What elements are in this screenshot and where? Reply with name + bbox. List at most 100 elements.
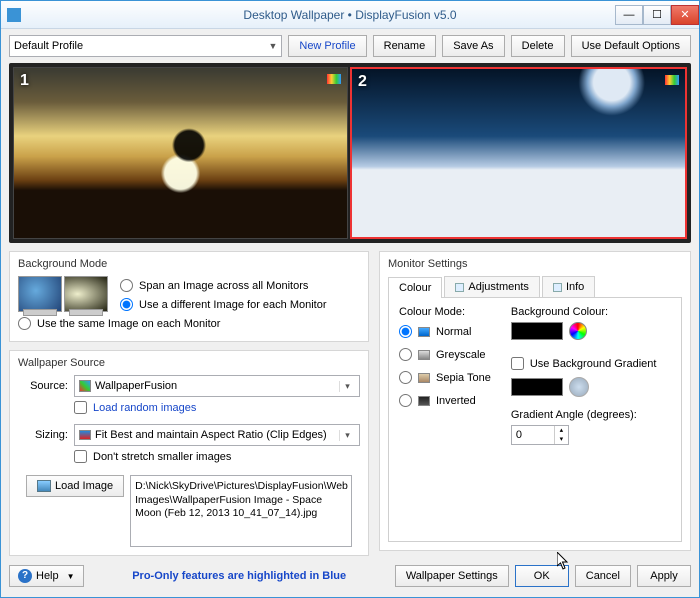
app-window: Desktop Wallpaper • DisplayFusion v5.0 —… (0, 0, 700, 598)
profile-toolbar: Default Profile ▼ New Profile Rename Sav… (1, 29, 699, 63)
mode-thumbnails (18, 276, 108, 312)
source-label: Source: (18, 380, 68, 392)
checkbox-label: Load random images (93, 402, 196, 414)
galaxy-icon (64, 276, 108, 312)
radio-same[interactable] (18, 317, 31, 330)
radio-label: Span an Image across all Monitors (139, 280, 308, 292)
load-random-checkbox[interactable] (74, 401, 87, 414)
chevron-down-icon: ▾ (339, 381, 355, 392)
button-label: Help (36, 570, 59, 582)
checkbox-label: Use Background Gradient (530, 358, 657, 370)
spinner-value: 0 (512, 429, 554, 441)
swatch-icon (418, 373, 430, 383)
group-legend: Background Mode (18, 258, 360, 270)
monitor-preview-1[interactable]: 1 (13, 67, 348, 239)
settings-tabs: Colour Adjustments Info (388, 276, 682, 298)
source-icon (79, 380, 91, 392)
tab-colour[interactable]: Colour (388, 277, 442, 298)
tab-body-colour: Colour Mode: Normal Greyscale Sepia Tone… (388, 298, 682, 542)
apply-button[interactable]: Apply (637, 565, 691, 587)
chevron-down-icon: ▼ (67, 572, 75, 581)
button-label: Load Image (55, 480, 113, 492)
radio-span[interactable] (120, 279, 133, 292)
radio-label: Normal (436, 326, 471, 338)
radio-greyscale[interactable] (399, 348, 412, 361)
group-legend: Monitor Settings (388, 258, 682, 270)
radio-label: Sepia Tone (436, 372, 491, 384)
sizing-label: Sizing: (18, 429, 68, 441)
spinner-buttons[interactable]: ▴▾ (554, 426, 568, 444)
gradient-colour-swatch[interactable] (511, 378, 563, 396)
rename-button[interactable]: Rename (373, 35, 437, 57)
tab-icon (455, 283, 464, 292)
tab-adjustments[interactable]: Adjustments (444, 276, 540, 297)
wallpaper-thumbnail (352, 69, 685, 237)
gradient-angle-spinner[interactable]: 0 ▴▾ (511, 425, 569, 445)
help-icon: ? (18, 569, 32, 583)
tab-icon (553, 283, 562, 292)
profile-select-value: Default Profile (14, 40, 83, 52)
chevron-down-icon: ▾ (339, 430, 355, 441)
chevron-down-icon: ▼ (268, 41, 277, 51)
radio-inverted[interactable] (399, 394, 412, 407)
swatch-icon (418, 350, 430, 360)
image-path-list[interactable]: D:\Nick\SkyDrive\Pictures\DisplayFusion\… (130, 475, 352, 547)
monitor-number: 2 (358, 73, 367, 91)
monitor-preview-area: 1 2 (9, 63, 691, 243)
new-profile-button[interactable]: New Profile (288, 35, 366, 57)
radio-sepia[interactable] (399, 371, 412, 384)
colour-icon (665, 75, 679, 85)
use-gradient-checkbox[interactable] (511, 357, 524, 370)
sizing-value: Fit Best and maintain Aspect Ratio (Clip… (95, 429, 327, 441)
group-legend: Wallpaper Source (18, 357, 360, 369)
checkbox-label: Don't stretch smaller images (93, 451, 231, 463)
gradient-angle-label: Gradient Angle (degrees): (511, 409, 657, 421)
promo-text: Pro-Only features are highlighted in Blu… (132, 570, 346, 582)
window-title: Desktop Wallpaper • DisplayFusion v5.0 (1, 8, 699, 22)
colour-icon (327, 74, 341, 84)
maximize-button[interactable]: ☐ (643, 5, 671, 25)
tab-info[interactable]: Info (542, 276, 595, 297)
help-button[interactable]: ? Help ▼ (9, 565, 84, 587)
colour-mode-label: Colour Mode: (399, 306, 491, 318)
cancel-button[interactable]: Cancel (575, 565, 631, 587)
titlebar[interactable]: Desktop Wallpaper • DisplayFusion v5.0 —… (1, 1, 699, 29)
wallpaper-source-group: Wallpaper Source Source: WallpaperFusion… (9, 350, 369, 556)
monitor-settings-group: Monitor Settings Colour Adjustments Info… (379, 251, 691, 551)
app-icon (7, 8, 21, 22)
monitor-preview-2[interactable]: 2 (350, 67, 687, 239)
monitor-number: 1 (20, 72, 29, 90)
radio-different[interactable] (120, 298, 133, 311)
image-icon (37, 480, 51, 492)
radio-label: Inverted (436, 395, 476, 407)
ok-button[interactable]: OK (515, 565, 569, 587)
profile-select[interactable]: Default Profile ▼ (9, 35, 282, 57)
colour-picker-button[interactable] (569, 322, 587, 340)
no-stretch-checkbox[interactable] (74, 450, 87, 463)
swatch-icon (418, 327, 430, 337)
source-value: WallpaperFusion (95, 380, 177, 392)
wallpaper-settings-button[interactable]: Wallpaper Settings (395, 565, 509, 587)
radio-normal[interactable] (399, 325, 412, 338)
gradient-colour-button[interactable] (569, 377, 589, 397)
source-combo[interactable]: WallpaperFusion ▾ (74, 375, 360, 397)
globe-icon (18, 276, 62, 312)
footer: ? Help ▼ Pro-Only features are highlight… (1, 559, 699, 597)
load-image-button[interactable]: Load Image (26, 475, 124, 497)
use-default-options-button[interactable]: Use Default Options (571, 35, 691, 57)
bg-colour-swatch[interactable] (511, 322, 563, 340)
save-as-button[interactable]: Save As (442, 35, 504, 57)
sizing-icon (79, 430, 91, 440)
bg-colour-label: Background Colour: (511, 306, 657, 318)
sizing-combo[interactable]: Fit Best and maintain Aspect Ratio (Clip… (74, 424, 360, 446)
delete-button[interactable]: Delete (511, 35, 565, 57)
close-button[interactable]: ✕ (671, 5, 699, 25)
wallpaper-thumbnail (14, 68, 347, 238)
main-body: Background Mode Span an Image across all… (1, 243, 699, 559)
radio-label: Use the same Image on each Monitor (37, 318, 220, 330)
radio-label: Greyscale (436, 349, 486, 361)
radio-label: Use a different Image for each Monitor (139, 299, 327, 311)
minimize-button[interactable]: — (615, 5, 643, 25)
background-mode-group: Background Mode Span an Image across all… (9, 251, 369, 342)
swatch-icon (418, 396, 430, 406)
